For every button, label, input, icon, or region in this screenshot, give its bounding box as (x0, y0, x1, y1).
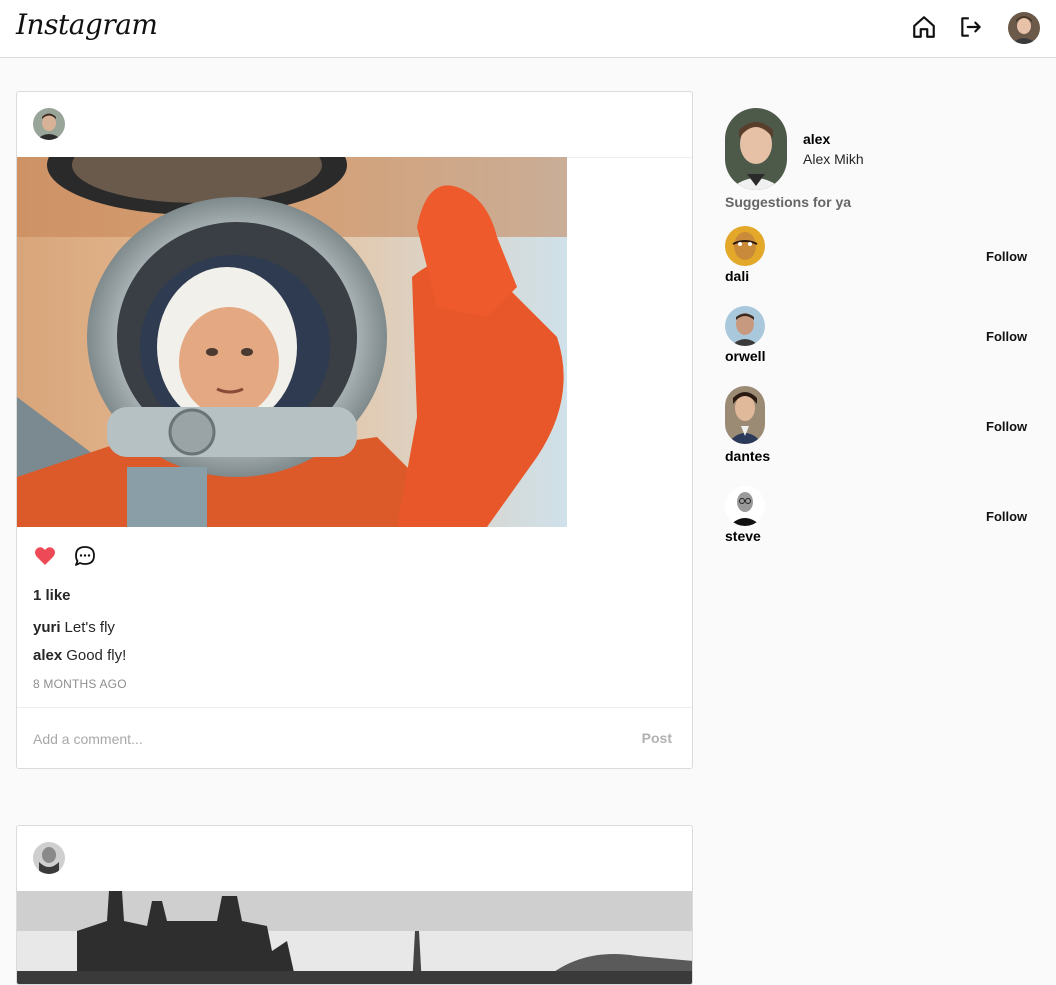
post-author-avatar[interactable] (33, 842, 65, 874)
add-comment-row: Post (17, 707, 692, 768)
current-username[interactable]: alex (803, 131, 830, 147)
likes-count[interactable]: 1 like (33, 587, 71, 604)
comment-icon[interactable] (73, 544, 97, 568)
post-author-avatar[interactable] (33, 108, 65, 140)
home-icon[interactable] (911, 14, 937, 40)
comment-username[interactable]: alex (33, 647, 62, 664)
comment-text: Good fly! (66, 647, 127, 664)
follow-button[interactable]: Follow (986, 419, 1027, 434)
suggestion-username[interactable]: dali (725, 268, 749, 284)
current-user-avatar[interactable] (725, 108, 787, 190)
post-image[interactable] (17, 891, 692, 984)
suggestion-username[interactable]: orwell (725, 348, 765, 364)
follow-button[interactable]: Follow (986, 329, 1027, 344)
post-image[interactable] (17, 115, 567, 532)
comment-username[interactable]: yuri (33, 619, 61, 636)
current-fullname: Alex Mikh (803, 151, 864, 167)
suggestion-avatar[interactable] (725, 226, 765, 266)
top-header: Instagram (0, 0, 1056, 58)
suggestion-avatar[interactable] (725, 386, 765, 444)
suggestions-title: Suggestions for ya (725, 194, 852, 210)
suggestion-avatar[interactable] (725, 306, 765, 346)
comment-row: yuri Let's fly (33, 619, 115, 636)
comment-input[interactable] (31, 726, 595, 752)
post-card: 1 like yuri Let's fly alex Good fly! 8 mon… (16, 91, 693, 769)
post-header (17, 826, 692, 892)
post-comment-button[interactable]: Post (642, 730, 672, 746)
comment-row: alex Good fly! (33, 647, 126, 664)
suggestion-username[interactable]: steve (725, 528, 761, 544)
suggestion-username[interactable]: dantes (725, 448, 770, 464)
profile-avatar[interactable] (1008, 12, 1040, 44)
post-header (17, 92, 692, 158)
follow-button[interactable]: Follow (986, 249, 1027, 264)
follow-button[interactable]: Follow (986, 509, 1027, 524)
logout-icon[interactable] (958, 14, 984, 40)
post-timestamp: 8 months ago (33, 677, 127, 691)
instagram-logo[interactable]: Instagram (16, 8, 158, 41)
heart-icon[interactable] (33, 544, 57, 568)
post-card (16, 825, 693, 985)
comment-text: Let's fly (64, 619, 115, 636)
suggestion-avatar[interactable] (725, 486, 765, 526)
